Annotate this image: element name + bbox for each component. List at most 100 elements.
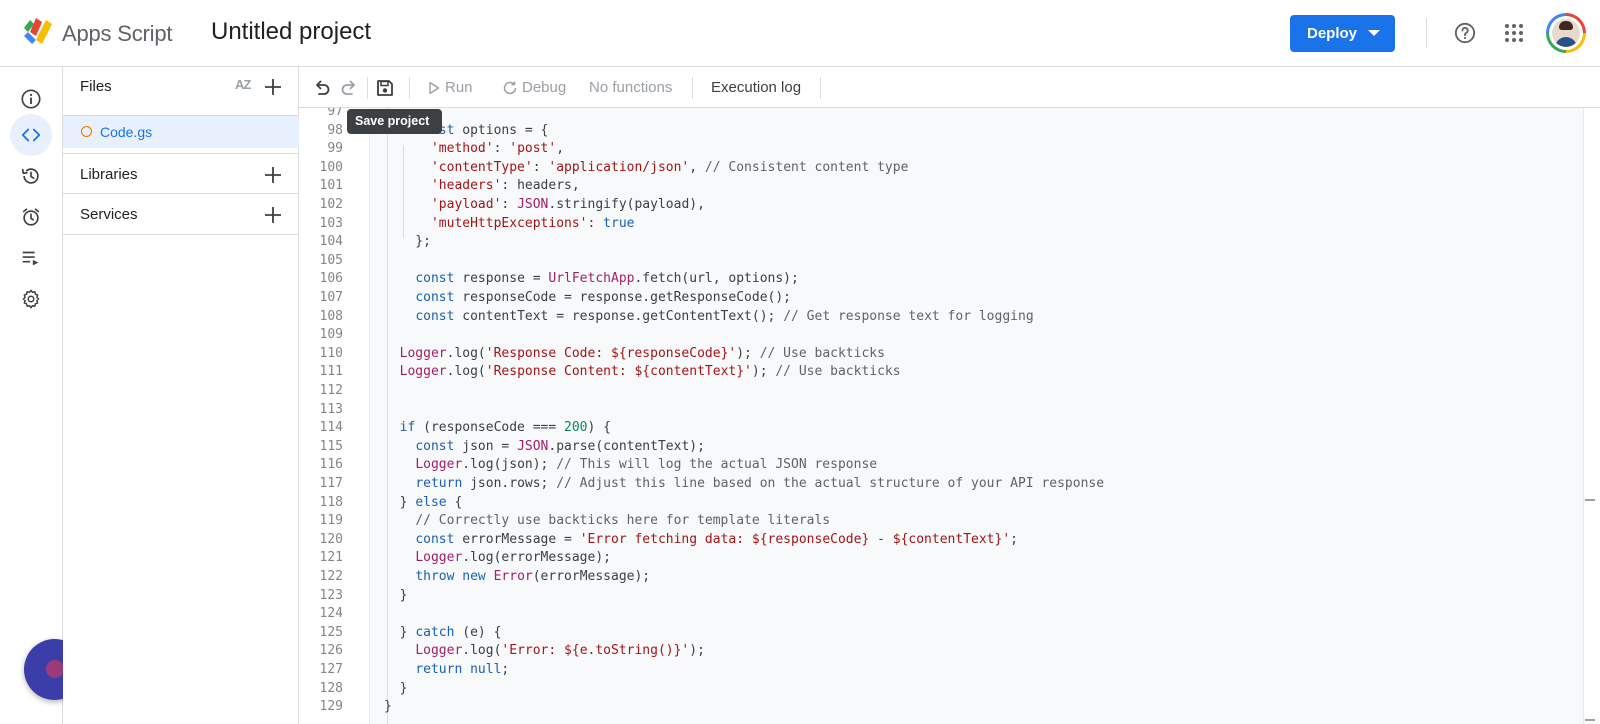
project-settings-button[interactable]: [10, 278, 52, 320]
code-editor[interactable]: 97 98 99 100 101 102 103 104 105 106 107 108 109 110 1…: [299, 108, 1600, 724]
line-number: 103: [319, 215, 343, 231]
google-apps-icon[interactable]: [1505, 24, 1523, 42]
code-line: throw new Error(errorMessage);: [415, 569, 651, 584]
libraries-label: Libraries: [80, 166, 138, 183]
line-number: 100: [319, 159, 343, 175]
undo-icon[interactable]: [312, 78, 332, 98]
triggers-button[interactable]: [10, 196, 52, 238]
add-file-icon[interactable]: [264, 78, 282, 96]
code-line: 'muteHttpExceptions': true: [430, 215, 635, 231]
code-line: return json.rows; // Adjust this line ba…: [415, 476, 1105, 491]
code-line: const errorMessage = 'Error fetching dat…: [415, 531, 1018, 547]
code-line: const response = UrlFetchApp.fetch(url, …: [415, 271, 799, 287]
code-line: const json = JSON.parse(contentText);: [415, 438, 705, 454]
account-avatar[interactable]: [1546, 13, 1586, 53]
scrollbar-marker: [1585, 719, 1595, 721]
line-number: 101: [319, 178, 343, 194]
code-icon: [21, 128, 41, 142]
apps-script-logo[interactable]: [22, 16, 56, 46]
line-number: 113: [319, 401, 343, 417]
line-number: 120: [319, 531, 343, 547]
add-service-icon[interactable]: [264, 206, 282, 224]
alarm-clock-icon: [22, 208, 40, 226]
code-line: // Correctly use backticks here for temp…: [415, 513, 831, 529]
line-number: 129: [319, 699, 343, 715]
code-line: 'method': 'post',: [430, 141, 565, 157]
header-divider: [1426, 18, 1427, 48]
left-navigation-rail: [0, 67, 85, 724]
function-select[interactable]: No functions: [589, 79, 672, 96]
line-number: 115: [319, 438, 343, 454]
code-line: return null;: [415, 662, 510, 677]
project-title[interactable]: Untitled project: [211, 18, 371, 46]
executions-list-icon: [22, 251, 39, 266]
gear-icon: [22, 289, 40, 309]
app-name[interactable]: Apps Script: [62, 21, 172, 47]
line-number: 107: [319, 290, 343, 305]
executions-button[interactable]: [10, 237, 52, 279]
project-history-button[interactable]: [10, 155, 52, 197]
line-number: 126: [319, 643, 343, 659]
line-number: 108: [319, 308, 343, 324]
line-number: 112: [319, 383, 343, 398]
editor-toolbar: Run Debug No functions Execution log: [299, 67, 1600, 108]
line-number: 98: [327, 122, 343, 138]
line-number-gutter: 97 98 99 100 101 102 103 104 105 106 107 108 109 110 1…: [299, 108, 369, 724]
files-label: Files: [80, 78, 112, 95]
line-number: 125: [319, 624, 343, 640]
line-number: 111: [319, 364, 343, 380]
line-number: 106: [319, 271, 343, 287]
code-line: Logger.log('Response Content: ${contentT…: [399, 364, 901, 380]
execution-log-button[interactable]: Execution log: [711, 79, 801, 96]
services-section: Services: [63, 194, 299, 235]
code-line: };: [384, 234, 431, 250]
toolbar-divider: [692, 77, 693, 99]
code-line: }: [384, 699, 392, 715]
code-line: 'payload': JSON.stringify(payload),: [430, 197, 705, 212]
save-project-tooltip: Save project: [347, 109, 442, 134]
help-icon[interactable]: [1454, 22, 1476, 44]
add-library-icon[interactable]: [264, 166, 282, 184]
code-line: Logger.log(errorMessage);: [415, 550, 611, 566]
line-number: 122: [319, 569, 343, 584]
code-line: const contentText = response.getContentT…: [415, 308, 1034, 324]
deploy-label: Deploy: [1307, 25, 1358, 42]
line-number: 119: [319, 513, 343, 529]
files-panel: Files AZ Code.gs Libraries Services: [63, 67, 299, 724]
redo-icon[interactable]: [339, 78, 359, 98]
line-number: 127: [319, 662, 343, 677]
line-number: 121: [319, 550, 343, 566]
sort-az-icon[interactable]: AZ: [235, 77, 251, 92]
save-icon[interactable]: [375, 78, 395, 98]
info-icon: [21, 89, 41, 109]
play-icon: [429, 81, 440, 95]
libraries-section: Libraries: [63, 153, 299, 194]
code-area[interactable]: const options = { 'method': 'post', 'con…: [369, 108, 1583, 724]
line-number: 104: [319, 234, 343, 250]
line-number: 118: [319, 494, 343, 510]
line-number: 123: [319, 587, 343, 603]
deploy-button[interactable]: Deploy: [1290, 15, 1395, 52]
code-line: } else {: [384, 494, 463, 510]
code-line: if (responseCode === 200) {: [399, 420, 611, 436]
line-number: 117: [319, 476, 343, 491]
line-number: 97: [327, 108, 343, 119]
code-line: const responseCode = response.getRespons…: [415, 290, 791, 305]
editor-button[interactable]: [10, 114, 52, 156]
code-line: 'contentType': 'application/json', // Co…: [430, 159, 909, 175]
avatar-photo: [1552, 19, 1580, 47]
code-line: 'headers': headers,: [430, 178, 580, 194]
line-number: 105: [319, 252, 343, 268]
debug-button[interactable]: Debug: [522, 79, 566, 96]
scrollbar-marker: [1585, 499, 1595, 501]
code-line: }: [384, 587, 408, 603]
run-button[interactable]: Run: [445, 79, 473, 96]
toolbar-divider: [820, 77, 821, 99]
vertical-scrollbar[interactable]: [1583, 108, 1600, 724]
services-label: Services: [80, 206, 138, 223]
debug-icon: [503, 81, 517, 95]
file-item-code-gs[interactable]: Code.gs: [63, 116, 299, 148]
file-status-icon: [81, 126, 92, 137]
line-number: 124: [319, 606, 343, 622]
line-number: 110: [319, 345, 343, 361]
